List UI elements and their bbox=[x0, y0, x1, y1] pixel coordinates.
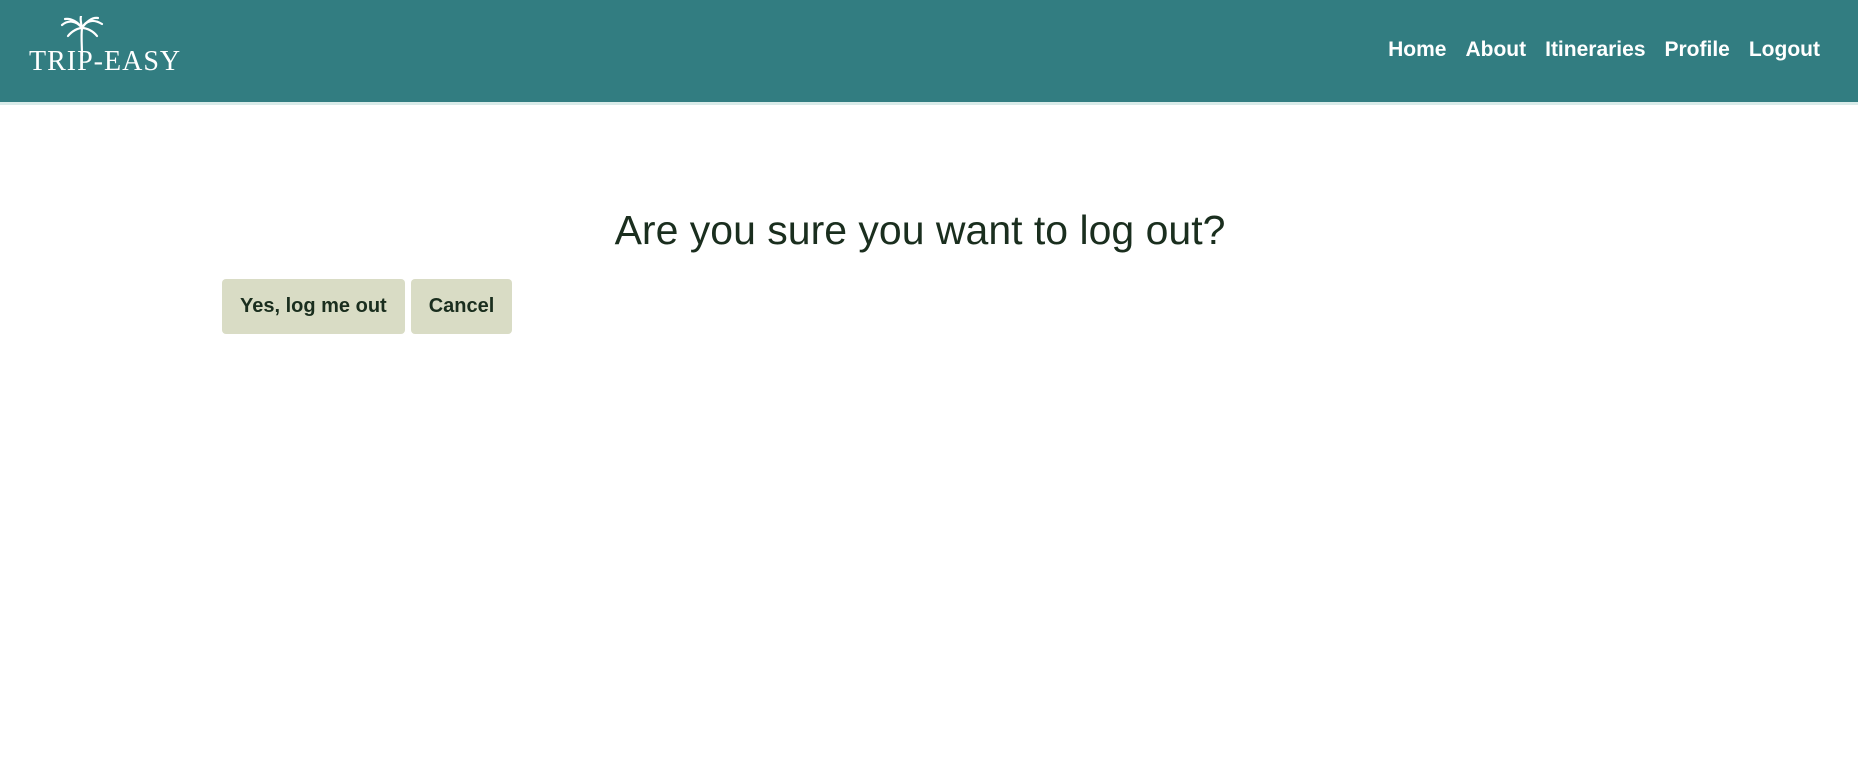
nav-profile-link[interactable]: Profile bbox=[1665, 38, 1730, 62]
brand-name: TRIP-EASY bbox=[29, 46, 182, 77]
confirm-logout-button[interactable]: Yes, log me out bbox=[222, 279, 405, 334]
logout-question: Are you sure you want to log out? bbox=[614, 207, 1226, 253]
nav-logout-link[interactable]: Logout bbox=[1749, 38, 1820, 62]
nav-itineraries-link[interactable]: Itineraries bbox=[1545, 38, 1645, 62]
nav-home-link[interactable]: Home bbox=[1388, 38, 1446, 62]
nav-about-link[interactable]: About bbox=[1465, 38, 1526, 62]
logout-actions: Yes, log me out Cancel bbox=[222, 279, 513, 334]
brand-logo[interactable]: TRIP-EASY bbox=[29, 16, 182, 78]
cancel-button[interactable]: Cancel bbox=[410, 279, 513, 334]
navbar: TRIP-EASY Home About Itineraries Profile… bbox=[0, 0, 1858, 105]
main-nav: Home About Itineraries Profile Logout bbox=[1388, 38, 1820, 62]
